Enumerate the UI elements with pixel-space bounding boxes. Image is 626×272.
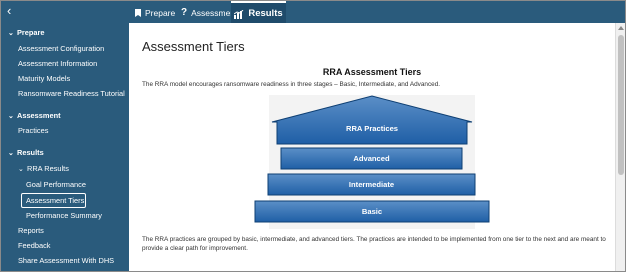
sidebar-item-share-assessment[interactable]: Share Assessment With DHS — [18, 256, 114, 266]
tier-label-advanced: Advanced — [353, 154, 390, 163]
sidebar-item-practices[interactable]: Practices — [18, 126, 48, 136]
scrollbar-thumb[interactable] — [618, 35, 624, 175]
scrollbar[interactable] — [615, 23, 625, 271]
chevron-down-icon: ⌄ — [8, 30, 14, 37]
tab-prepare[interactable]: Prepare — [135, 3, 175, 23]
tier-label-intermediate: Intermediate — [348, 180, 395, 189]
sidebar-item-goal-performance[interactable]: Goal Performance — [26, 180, 86, 190]
bookmark-icon — [135, 9, 141, 17]
tab-results-label: Results — [248, 8, 283, 19]
chevron-down-icon: ⌄ — [8, 150, 14, 157]
question-icon: ? — [181, 7, 188, 18]
sidebar-item-assessment-tiers[interactable]: Assessment Tiers — [26, 196, 84, 206]
sidebar-item-ransomware-tutorial[interactable]: Ransomware Readiness Tutorial — [18, 89, 125, 99]
tab-prepare-label: Prepare — [145, 8, 176, 18]
chevron-left-icon[interactable]: ‹ — [1, 1, 129, 23]
sidebar-section-assessment[interactable]: ⌄ Assessment — [8, 111, 61, 122]
tier-label-basic: Basic — [361, 207, 383, 216]
sidebar-item-performance-summary[interactable]: Performance Summary — [26, 211, 102, 221]
tier-label-rra-practices: RRA Practices — [345, 124, 399, 133]
scroll-up-arrow-icon[interactable] — [618, 26, 624, 30]
sidebar-item-assessment-information[interactable]: Assessment Information — [18, 59, 97, 69]
sidebar-section-results[interactable]: ⌄ Results — [8, 148, 44, 159]
main-content: Assessment Tiers RRA Assessment Tiers Th… — [129, 23, 615, 271]
bar-chart-icon — [234, 9, 244, 19]
tab-assessment[interactable]: ? Assessment — [181, 3, 237, 23]
app-window: ‹ Prepare ? Assessment Results ⌄ Prepare … — [0, 0, 626, 272]
description-text: The RRA practices are grouped by basic, … — [142, 236, 606, 252]
tab-results[interactable]: Results — [231, 1, 286, 25]
sidebar-item-reports[interactable]: Reports — [18, 226, 44, 236]
sidebar-item-maturity-models[interactable]: Maturity Models — [18, 74, 70, 84]
sidebar-item-assessment-configuration[interactable]: Assessment Configuration — [18, 44, 104, 54]
sidebar-subsection-rra-results[interactable]: ⌄ RRA Results — [18, 164, 69, 175]
chevron-down-icon: ⌄ — [8, 113, 14, 120]
sidebar-section-prepare[interactable]: ⌄ Prepare — [8, 28, 45, 39]
sidebar-item-feedback[interactable]: Feedback — [18, 241, 50, 251]
top-navigation-bar: ‹ Prepare ? Assessment Results — [1, 1, 625, 25]
chevron-down-icon: ⌄ — [18, 166, 24, 173]
sidebar: ⌄ Prepare Assessment Configuration Assess… — [1, 23, 129, 271]
